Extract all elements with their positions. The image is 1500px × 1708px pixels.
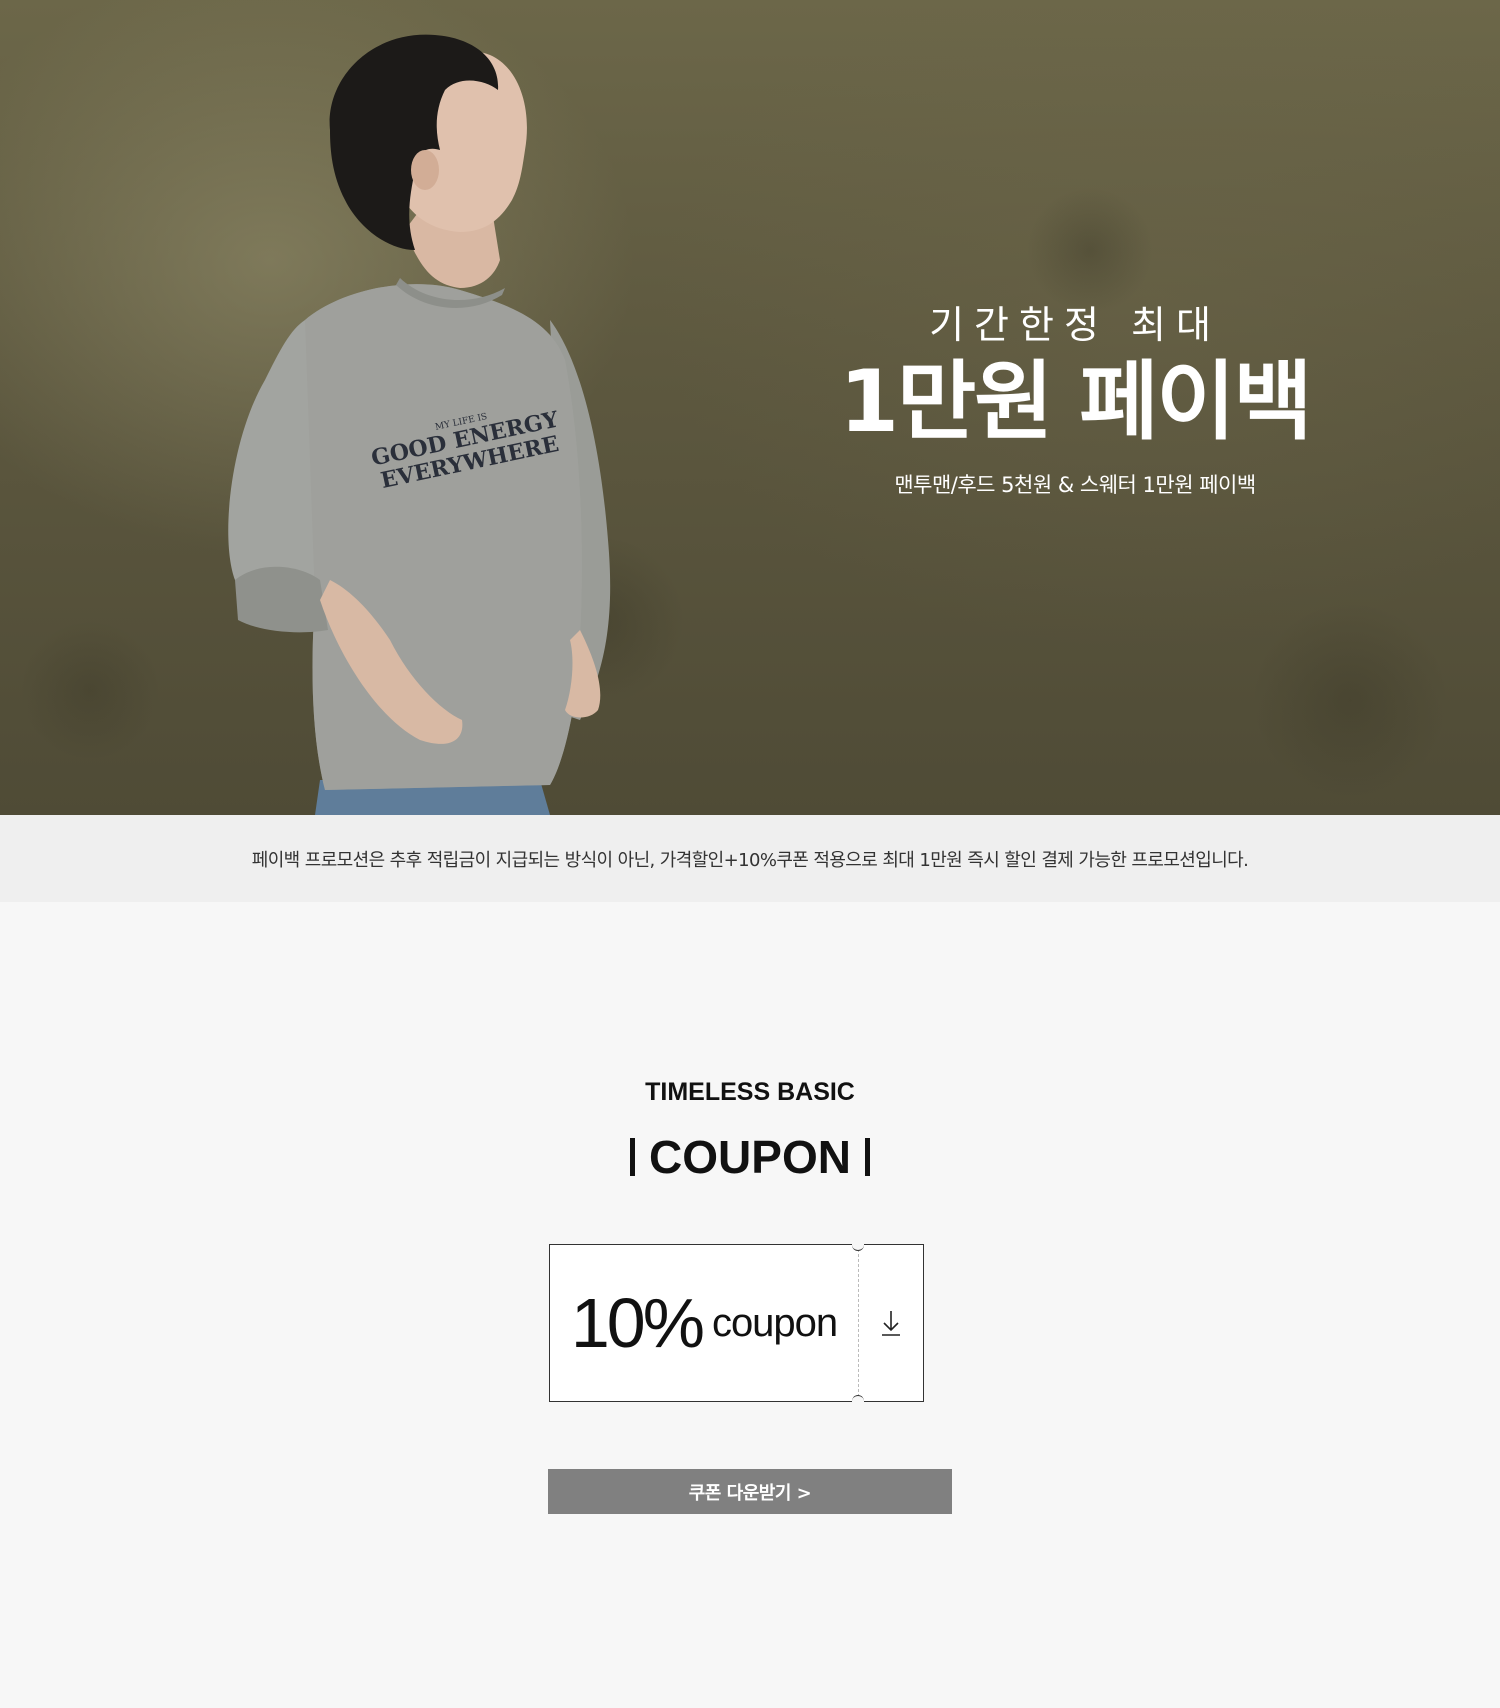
hero-banner: MY LIFE IS GOOD ENERGY EVERYWHERE 기간한정 최… — [0, 0, 1500, 815]
title-bar-left — [630, 1138, 636, 1176]
hero-copy: 기간한정 최대 1만원 페이백 맨투맨/후드 5천원 & 스웨터 1만원 페이백 — [820, 303, 1330, 499]
hero-headline: 1만원 페이백 — [839, 351, 1312, 452]
coupon-unit: coupon — [711, 1300, 838, 1345]
payback-notice-text: 페이백 프로모션은 추후 적립금이 지급되는 방식이 아닌, 가격할인+10%쿠… — [251, 849, 1249, 871]
model-photo: MY LIFE IS GOOD ENERGY EVERYWHERE — [228, 34, 611, 815]
coupon-section: TIMELESS BASIC COUPON 10% coupon 쿠폰 다운받기… — [0, 902, 1500, 1708]
ticket-notch-bottom — [852, 1395, 864, 1403]
section-title-text: COUPON — [649, 1131, 851, 1183]
coupon-value: 10% — [570, 1284, 705, 1362]
section-title: COUPON — [0, 1130, 1500, 1184]
coupon-body: 10% coupon — [549, 1244, 858, 1402]
title-bar-right — [864, 1138, 870, 1176]
coupon-download-stub[interactable] — [858, 1244, 924, 1402]
hero-subtitle: 맨투맨/후드 5천원 & 스웨터 1만원 페이백 — [894, 472, 1256, 497]
coupon-download-button[interactable]: 쿠폰 다운받기 > — [548, 1469, 952, 1514]
coupon-ticket[interactable]: 10% coupon — [549, 1243, 924, 1403]
hero-kicker: 기간한정 최대 — [929, 303, 1221, 347]
section-kicker: TIMELESS BASIC — [645, 1078, 855, 1106]
promo-page: MY LIFE IS GOOD ENERGY EVERYWHERE 기간한정 최… — [0, 0, 1500, 1708]
download-arrow-icon — [882, 1311, 900, 1336]
payback-notice-bar: 페이백 프로모션은 추후 적립금이 지급되는 방식이 아닌, 가격할인+10%쿠… — [0, 815, 1500, 902]
